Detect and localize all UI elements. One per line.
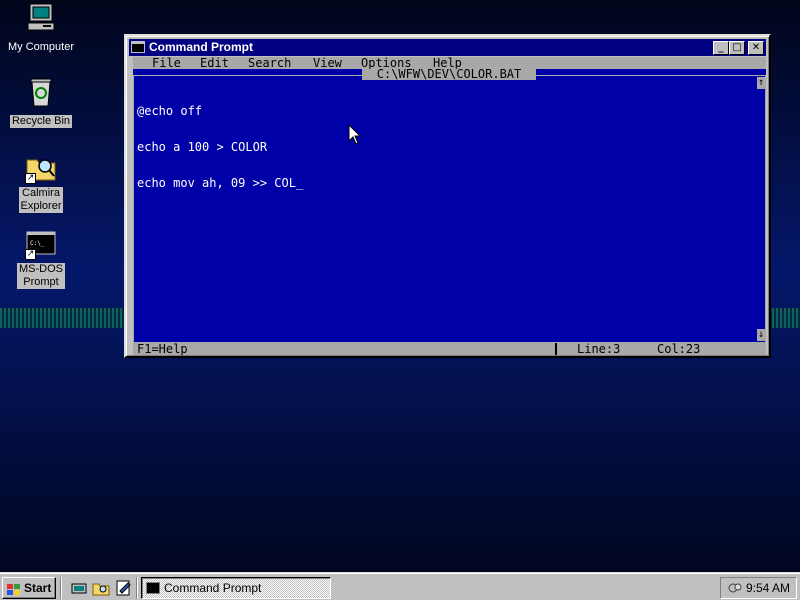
- start-label: Start: [24, 581, 52, 595]
- status-line: Line:3: [577, 342, 621, 356]
- shortcut-arrow-icon: ↗: [25, 173, 36, 184]
- code-line-3: echo mov ah, 09 >> COL_: [137, 176, 304, 190]
- scroll-down-arrow-icon[interactable]: ↓: [757, 329, 765, 341]
- command-prompt-window[interactable]: Command Prompt _ □ ✕ File Edit Search Vi…: [124, 34, 771, 358]
- system-menu-icon[interactable]: [131, 41, 145, 53]
- desktop-icon-recycle-bin[interactable]: Recycle Bin: [4, 76, 78, 129]
- desktop-icon-label-line2: Explorer: [20, 200, 62, 212]
- taskbar-separator: [60, 577, 62, 599]
- status-divider: [555, 343, 557, 355]
- window-titlebar[interactable]: Command Prompt _ □ ✕: [129, 39, 766, 56]
- explorer-folder-icon: ↗: [25, 152, 57, 184]
- scroll-up-arrow-icon[interactable]: ↑: [757, 77, 765, 89]
- menu-search[interactable]: Search: [248, 57, 291, 69]
- desktop-icon-label: Calmira Explorer: [18, 187, 64, 213]
- system-tray: 9:54 AM: [720, 577, 797, 599]
- desktop-icon-label-line1: Calmira: [22, 187, 60, 199]
- mouse-pointer-icon: [348, 123, 362, 146]
- taskbar-item-label: Command Prompt: [164, 581, 262, 595]
- computer-icon: [25, 2, 57, 34]
- menu-edit[interactable]: Edit: [200, 57, 229, 69]
- desktop-icon-calmira-explorer[interactable]: ↗ Calmira Explorer: [4, 152, 78, 214]
- quicklaunch-desktop-icon[interactable]: [70, 579, 88, 597]
- menu-view[interactable]: View: [313, 57, 342, 69]
- editor-statusbar: F1=Help Line:3 Col:23: [133, 343, 766, 355]
- taskbar-separator: [136, 577, 138, 599]
- status-help: F1=Help: [137, 342, 188, 356]
- ms-dos-icon: [146, 582, 160, 594]
- window-title: Command Prompt: [149, 40, 254, 54]
- taskbar: Start Command Prompt 9:54 AM: [0, 572, 800, 600]
- quicklaunch-explorer-icon[interactable]: [92, 579, 110, 597]
- desktop-icon-label: MS-DOS Prompt: [17, 263, 65, 289]
- minimize-button[interactable]: _: [713, 41, 729, 55]
- shortcut-arrow-icon: ↗: [25, 249, 36, 260]
- taskbar-clock[interactable]: 9:54 AM: [746, 578, 790, 598]
- maximize-button[interactable]: □: [729, 41, 745, 55]
- dos-editor-console[interactable]: File Edit Search View Options Help C:\WF…: [133, 57, 766, 355]
- desktop-icon-label-line2: Prompt: [23, 276, 59, 288]
- code-line-2: echo a 100 > COLOR: [137, 140, 268, 154]
- code-line-1: @echo off: [137, 104, 203, 118]
- recycle-bin-icon: [25, 76, 57, 108]
- desktop-icon-ms-dos-prompt[interactable]: C:\_ ↗ MS-DOS Prompt: [4, 228, 78, 290]
- svg-text:C:\_: C:\_: [30, 240, 45, 247]
- ms-dos-icon: C:\_ ↗: [25, 228, 57, 260]
- taskbar-item-command-prompt[interactable]: Command Prompt: [141, 577, 331, 599]
- start-button[interactable]: Start: [2, 577, 56, 599]
- tray-app-icon[interactable]: [727, 581, 743, 595]
- close-button[interactable]: ✕: [748, 41, 764, 55]
- editor-filename: C:\WFW\DEV\COLOR.BAT: [362, 68, 536, 80]
- desktop-icon-my-computer[interactable]: My Computer: [4, 2, 78, 55]
- editor-text-area[interactable]: @echo off echo a 100 > COLOR echo mov ah…: [137, 81, 303, 213]
- status-col: Col:23: [657, 342, 701, 356]
- windows-logo-icon: [7, 582, 21, 595]
- quicklaunch-editor-icon[interactable]: [114, 579, 132, 597]
- menu-file[interactable]: File: [152, 57, 181, 69]
- desktop-icon-label: My Computer: [7, 41, 75, 53]
- desktop-icon-label-line1: MS-DOS: [19, 263, 63, 275]
- desktop-icon-label: Recycle Bin: [9, 115, 73, 128]
